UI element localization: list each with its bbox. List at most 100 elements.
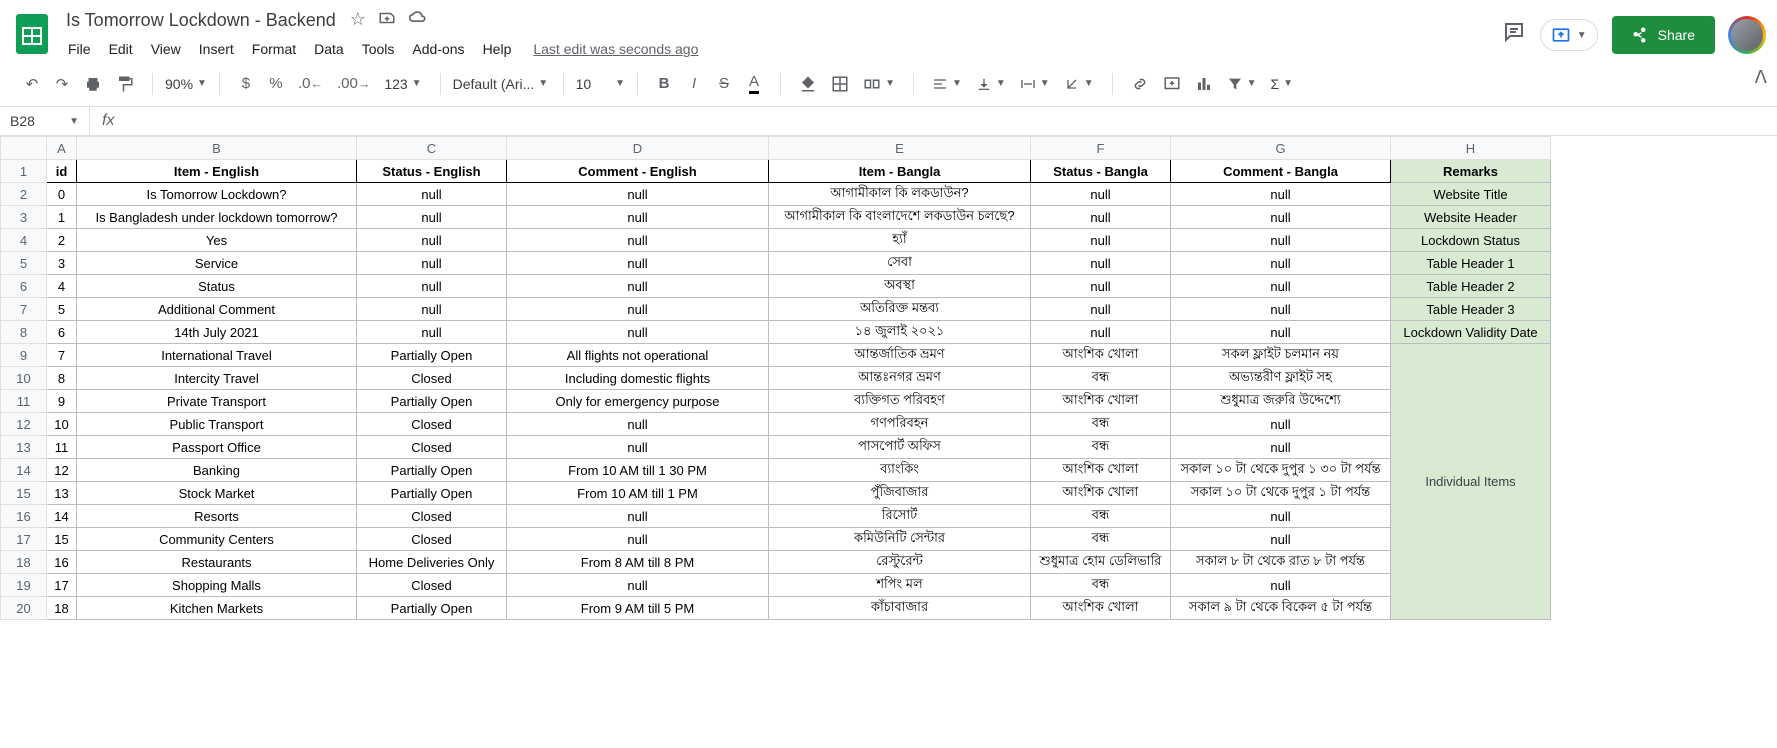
fill-color-button[interactable]: [793, 69, 823, 99]
cell[interactable]: 16: [47, 551, 77, 574]
percent-button[interactable]: %: [262, 69, 290, 98]
comments-icon[interactable]: [1502, 20, 1526, 50]
merge-cells-button[interactable]: ▼: [857, 71, 901, 97]
cell[interactable]: null: [1031, 183, 1171, 206]
cell[interactable]: বন্ধ: [1031, 413, 1171, 436]
decrease-decimal-button[interactable]: .0←: [292, 69, 329, 98]
cell[interactable]: null: [507, 574, 769, 597]
cell[interactable]: From 9 AM till 5 PM: [507, 597, 769, 620]
cell[interactable]: Only for emergency purpose: [507, 390, 769, 413]
cell[interactable]: null: [507, 413, 769, 436]
row-header[interactable]: 14: [1, 459, 47, 482]
cell[interactable]: null: [507, 183, 769, 206]
account-avatar[interactable]: [1729, 17, 1765, 53]
cell[interactable]: 1: [47, 206, 77, 229]
cell[interactable]: 12: [47, 459, 77, 482]
cell[interactable]: null: [357, 275, 507, 298]
cell[interactable]: Kitchen Markets: [77, 597, 357, 620]
strikethrough-button[interactable]: S: [710, 69, 738, 98]
cell[interactable]: আংশিক খোলা: [1031, 459, 1171, 482]
row-header[interactable]: 17: [1, 528, 47, 551]
cell[interactable]: id: [47, 160, 77, 183]
font-size-select[interactable]: 10▼: [570, 72, 631, 96]
cell[interactable]: 3: [47, 252, 77, 275]
cell[interactable]: Is Bangladesh under lockdown tomorrow?: [77, 206, 357, 229]
cell[interactable]: null: [507, 252, 769, 275]
cell[interactable]: Community Centers: [77, 528, 357, 551]
doc-title[interactable]: Is Tomorrow Lockdown - Backend: [60, 8, 342, 33]
cell[interactable]: Home Deliveries Only: [357, 551, 507, 574]
undo-button[interactable]: ↶: [18, 69, 46, 99]
cell[interactable]: Table Header 1: [1391, 252, 1551, 275]
cell-merged-remarks[interactable]: Individual Items: [1391, 344, 1551, 620]
cell[interactable]: null: [507, 298, 769, 321]
cell[interactable]: null: [357, 298, 507, 321]
increase-decimal-button[interactable]: .00→: [331, 69, 376, 98]
cell[interactable]: null: [507, 528, 769, 551]
cell[interactable]: Item - English: [77, 160, 357, 183]
row-header[interactable]: 7: [1, 298, 47, 321]
name-box[interactable]: B28▼: [0, 107, 90, 135]
cell[interactable]: কমিউনিটি সেন্টার: [769, 528, 1031, 551]
cell[interactable]: null: [1171, 505, 1391, 528]
menu-edit[interactable]: Edit: [101, 37, 141, 61]
cell[interactable]: Status - English: [357, 160, 507, 183]
cell[interactable]: রেস্টুরেন্ট: [769, 551, 1031, 574]
cell[interactable]: অভ্যন্তরীণ ফ্লাইট সহ: [1171, 367, 1391, 390]
currency-button[interactable]: $: [232, 69, 260, 98]
bold-button[interactable]: B: [650, 69, 678, 98]
h-align-button[interactable]: ▼: [926, 72, 968, 96]
cell[interactable]: হ্যাঁ: [769, 229, 1031, 252]
cell[interactable]: আংশিক খোলা: [1031, 344, 1171, 367]
cell[interactable]: null: [507, 229, 769, 252]
cell[interactable]: অতিরিক্ত মন্তব্য: [769, 298, 1031, 321]
cell[interactable]: আংশিক খোলা: [1031, 482, 1171, 505]
cell[interactable]: 4: [47, 275, 77, 298]
v-align-button[interactable]: ▼: [970, 72, 1012, 96]
row-header[interactable]: 13: [1, 436, 47, 459]
cell[interactable]: null: [1031, 252, 1171, 275]
row-header[interactable]: 4: [1, 229, 47, 252]
cell[interactable]: Status - Bangla: [1031, 160, 1171, 183]
row-header[interactable]: 9: [1, 344, 47, 367]
row-header[interactable]: 20: [1, 597, 47, 620]
menu-add-ons[interactable]: Add-ons: [404, 37, 472, 61]
print-button[interactable]: [78, 69, 108, 99]
insert-link-button[interactable]: [1125, 69, 1155, 99]
cell[interactable]: 13: [47, 482, 77, 505]
cell[interactable]: অবস্থা: [769, 275, 1031, 298]
cell[interactable]: Closed: [357, 367, 507, 390]
cell[interactable]: Yes: [77, 229, 357, 252]
cell[interactable]: 2: [47, 229, 77, 252]
cell[interactable]: শপিং মল: [769, 574, 1031, 597]
cell[interactable]: সেবা: [769, 252, 1031, 275]
cell[interactable]: Website Title: [1391, 183, 1551, 206]
cell[interactable]: null: [507, 275, 769, 298]
cell[interactable]: শুধুমাত্র জরুরি উদ্দেশ্যে: [1171, 390, 1391, 413]
cell[interactable]: Partially Open: [357, 390, 507, 413]
cell[interactable]: Including domestic flights: [507, 367, 769, 390]
cell[interactable]: From 10 AM till 1 30 PM: [507, 459, 769, 482]
cell[interactable]: Partially Open: [357, 459, 507, 482]
cell[interactable]: Closed: [357, 505, 507, 528]
cell[interactable]: null: [1171, 252, 1391, 275]
cell[interactable]: আন্তঃনগর ভ্রমণ: [769, 367, 1031, 390]
cell[interactable]: 14th July 2021: [77, 321, 357, 344]
insert-comment-button[interactable]: [1157, 69, 1187, 99]
cell[interactable]: Partially Open: [357, 482, 507, 505]
cell[interactable]: সকাল ১০ টা থেকে দুপুর ১ টা পর্যন্ত: [1171, 482, 1391, 505]
col-header[interactable]: D: [507, 137, 769, 160]
cell[interactable]: আগামীকাল কি লকডাউন?: [769, 183, 1031, 206]
cell[interactable]: null: [1031, 298, 1171, 321]
cell[interactable]: null: [1031, 275, 1171, 298]
cell[interactable]: null: [1171, 574, 1391, 597]
cell[interactable]: বন্ধ: [1031, 367, 1171, 390]
cell[interactable]: From 10 AM till 1 PM: [507, 482, 769, 505]
menu-format[interactable]: Format: [244, 37, 304, 61]
menu-help[interactable]: Help: [475, 37, 520, 61]
cell[interactable]: Comment - Bangla: [1171, 160, 1391, 183]
row-header[interactable]: 6: [1, 275, 47, 298]
cell[interactable]: null: [1171, 275, 1391, 298]
cell[interactable]: 11: [47, 436, 77, 459]
cell[interactable]: null: [507, 436, 769, 459]
